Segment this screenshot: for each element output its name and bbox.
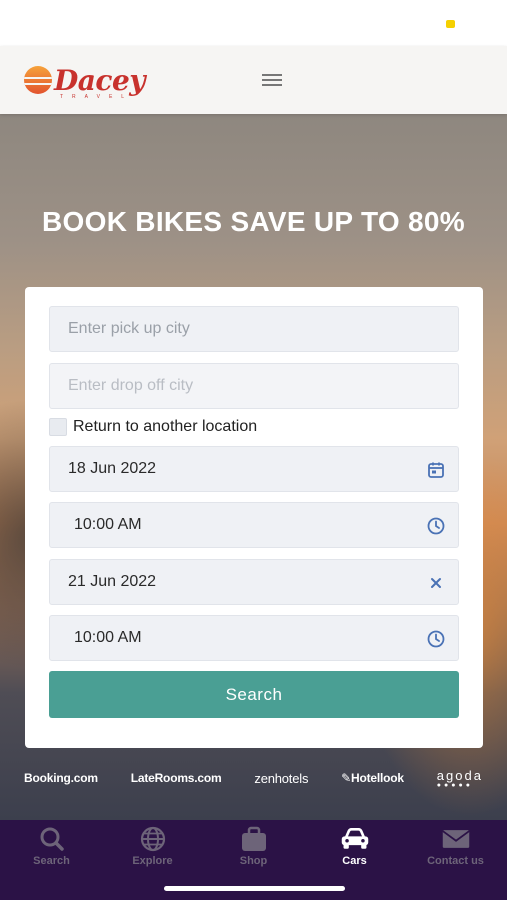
hamburger-menu-icon[interactable]	[262, 74, 282, 88]
return-location-label: Return to another location	[73, 418, 258, 435]
tab-explore-label: Explore	[132, 855, 173, 867]
agoda-name: agoda	[436, 767, 483, 783]
clear-icon[interactable]	[426, 573, 446, 593]
tab-shop[interactable]: Shop	[203, 826, 304, 876]
tab-contact-label: Contact us	[427, 855, 484, 867]
clock-icon[interactable]	[426, 629, 446, 649]
pickup-date-value: 18 Jun 2022	[68, 460, 157, 477]
partner-hotellook-logo: ✎Hotellook	[341, 771, 404, 785]
tab-search[interactable]: Search	[1, 826, 102, 876]
partner-zenhotels-logo: zenhotels	[254, 770, 309, 786]
bottom-tab-bar: Search Explore Shop Cars Contact us	[0, 820, 507, 900]
partner-laterooms-logo: LateRooms.com	[130, 771, 222, 785]
brand-subtitle: TRAVEL	[60, 94, 134, 100]
tab-contact[interactable]: Contact us	[405, 826, 506, 876]
clock-icon[interactable]	[426, 516, 446, 536]
calendar-icon[interactable]	[426, 460, 446, 480]
search-icon	[40, 827, 64, 851]
dropoff-city-input[interactable]: Enter drop off city	[49, 363, 459, 409]
globe-icon	[140, 826, 165, 852]
tab-cars-label: Cars	[342, 855, 367, 867]
partner-agoda-logo: agoda ●●●●●	[437, 768, 483, 789]
dropoff-date-value: 21 Jun 2022	[68, 573, 157, 590]
hero-title: BOOK BIKES SAVE UP TO 80%	[42, 206, 465, 237]
envelope-icon	[441, 830, 470, 848]
app-header: Dacey TRAVEL	[0, 46, 507, 114]
dropoff-city-placeholder: Enter drop off city	[68, 377, 194, 394]
tab-cars[interactable]: Cars	[304, 826, 405, 876]
car-icon	[341, 827, 368, 849]
hotellook-mark-icon: ✎	[341, 771, 352, 785]
tab-explore[interactable]: Explore	[102, 826, 203, 876]
dropoff-time-value: 10:00 AM	[74, 629, 142, 646]
search-button[interactable]: Search	[49, 671, 459, 718]
bag-icon	[241, 826, 266, 851]
brand-name: Dacey	[54, 63, 146, 97]
hotellook-name: Hotellook	[351, 771, 404, 785]
dropoff-date-field[interactable]: 21 Jun 2022	[49, 559, 459, 605]
sun-logo-icon	[24, 66, 52, 94]
status-bar	[0, 0, 507, 46]
home-indicator[interactable]	[164, 886, 345, 891]
agoda-dots-icon: ●●●●●	[436, 781, 473, 789]
pickup-date-field[interactable]: 18 Jun 2022	[49, 446, 459, 492]
tab-shop-label: Shop	[239, 855, 268, 867]
partner-booking-logo: Booking.com	[24, 771, 98, 785]
pickup-city-input[interactable]: Enter pick up city	[49, 306, 459, 352]
tab-search-label: Search	[33, 855, 70, 867]
pickup-time-value: 10:00 AM	[74, 516, 142, 533]
pickup-time-field[interactable]: 10:00 AM	[49, 502, 459, 548]
status-indicator-dot	[446, 20, 455, 28]
partner-logos: Booking.com LateRooms.com zenhotels ✎Hot…	[0, 752, 507, 804]
pickup-city-placeholder: Enter pick up city	[68, 320, 190, 337]
booking-form-card: Enter pick up city Enter drop off city R…	[25, 287, 483, 748]
dropoff-time-field[interactable]: 10:00 AM	[49, 615, 459, 661]
return-location-row[interactable]: Return to another location	[49, 418, 257, 436]
return-location-checkbox[interactable]	[49, 418, 67, 436]
brand-logo[interactable]: Dacey TRAVEL	[24, 60, 146, 100]
